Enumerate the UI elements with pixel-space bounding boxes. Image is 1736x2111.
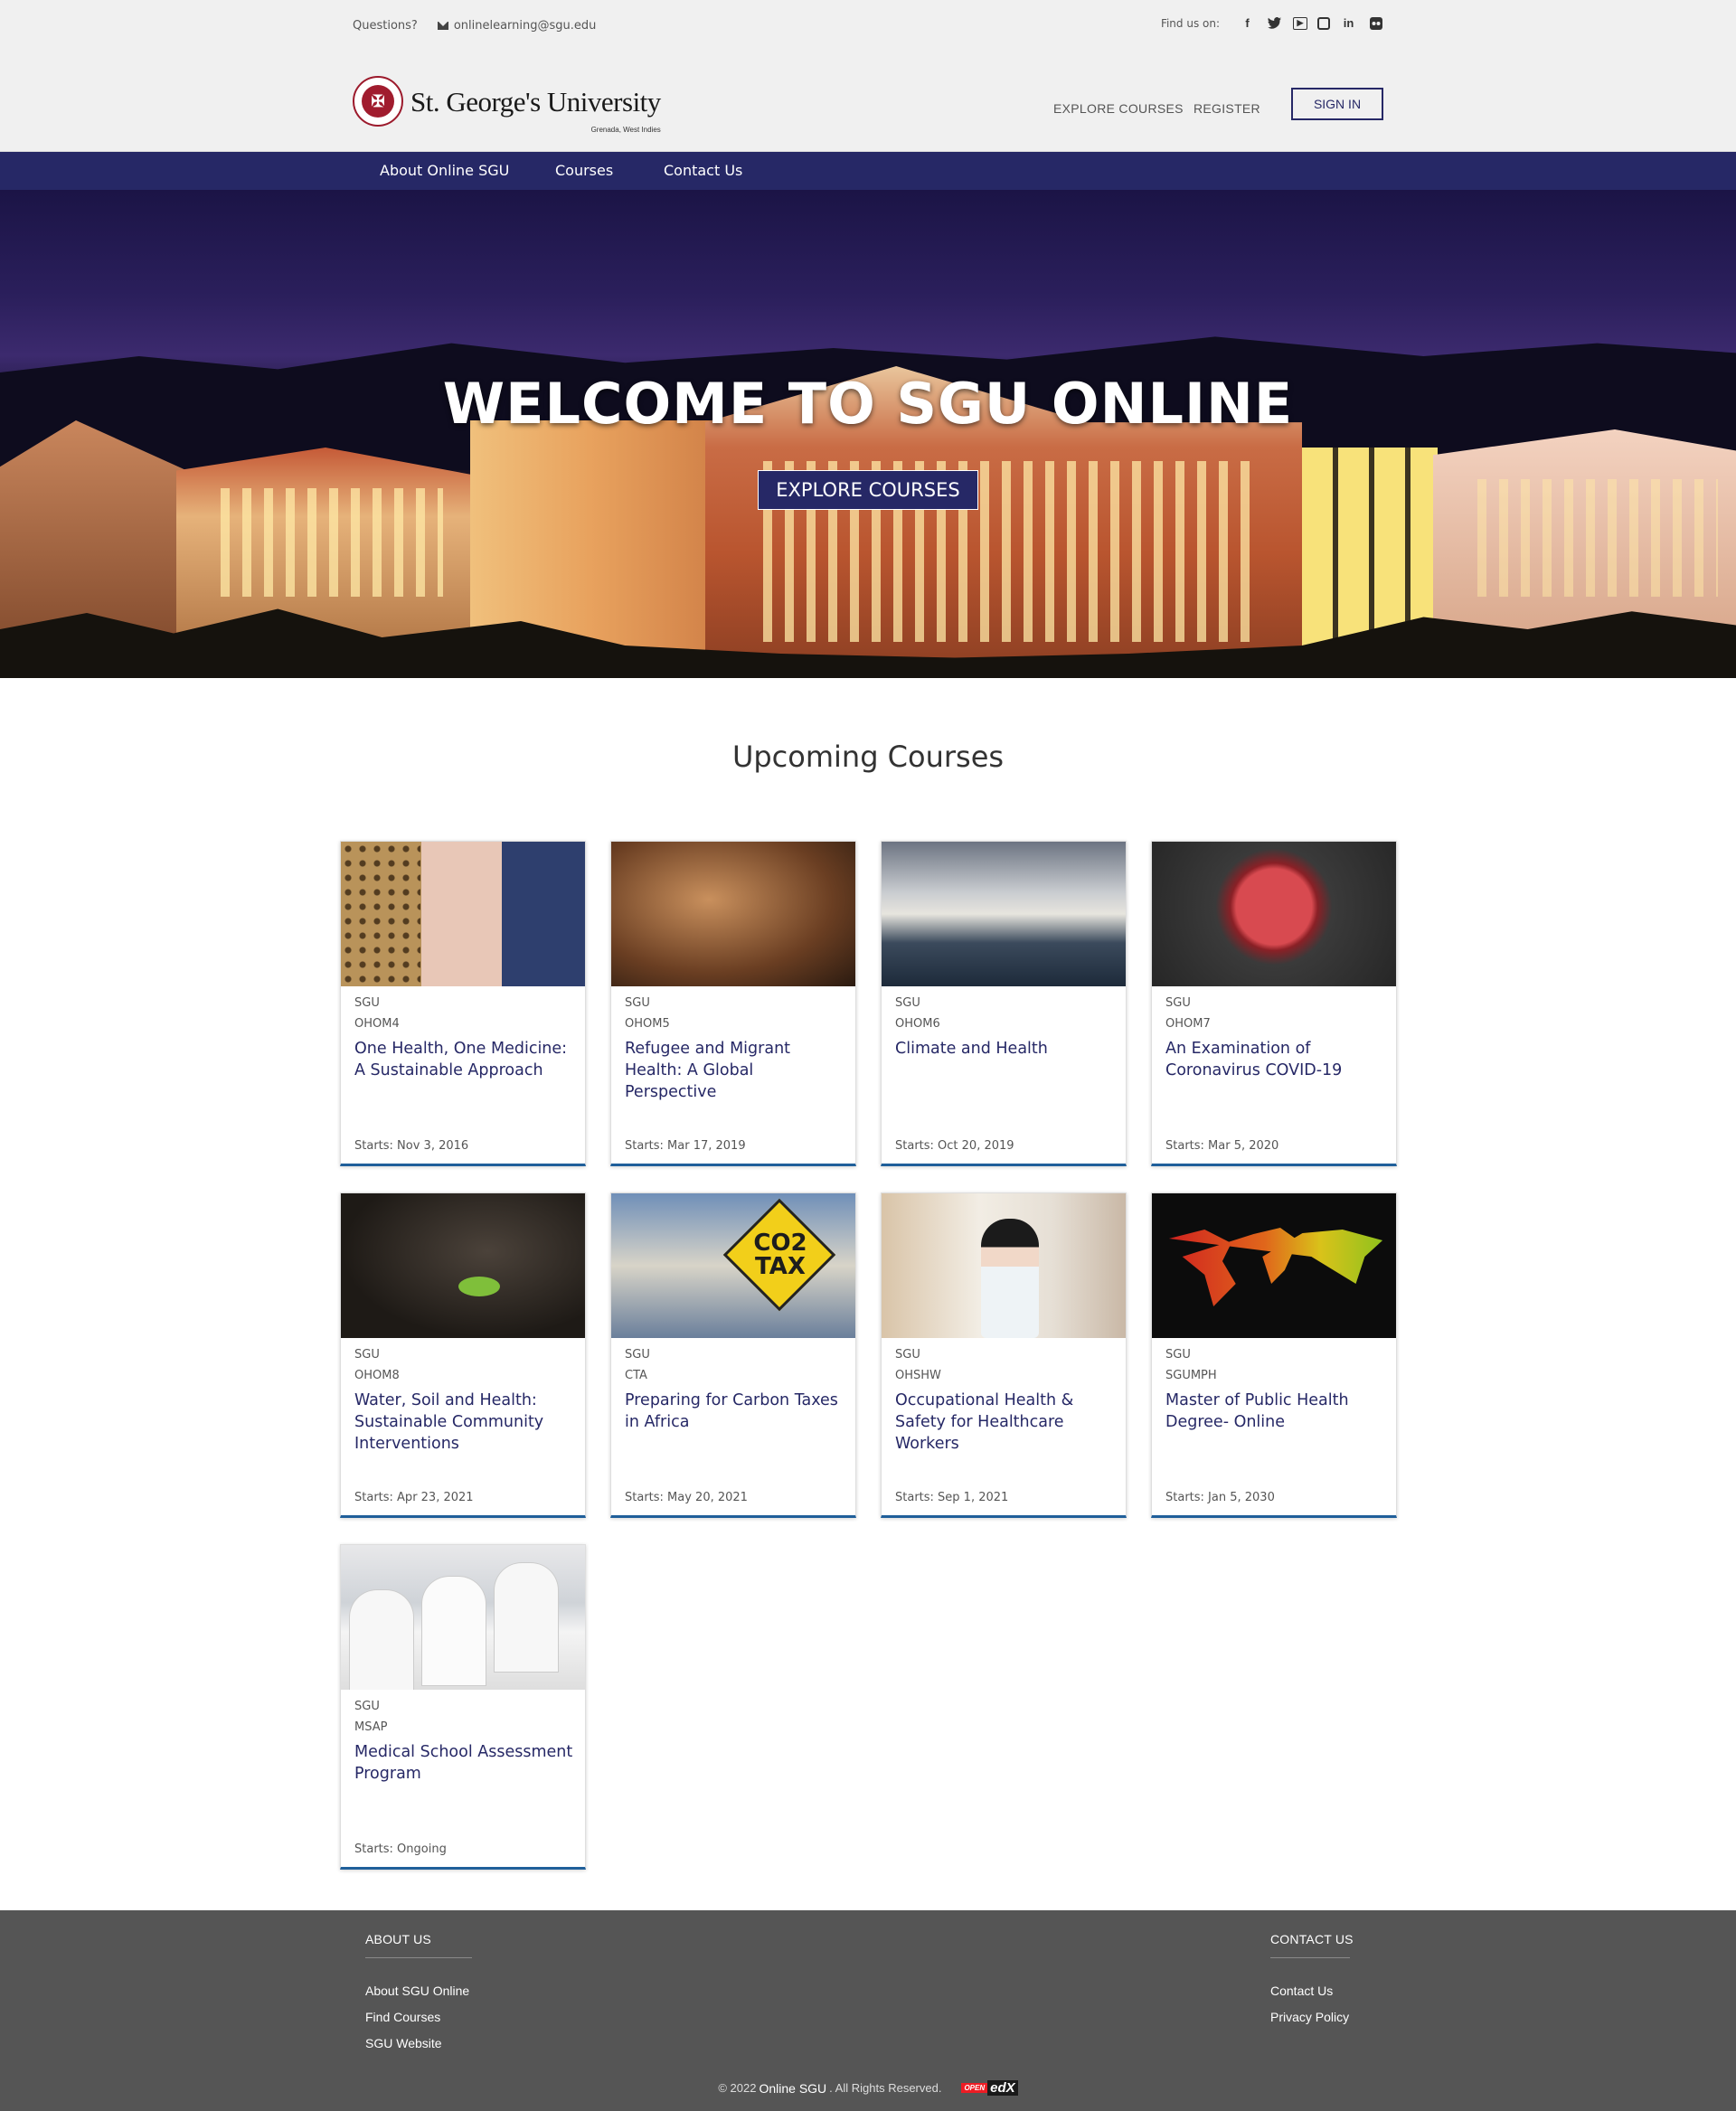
course-card[interactable]: SGU OHOM7 An Examination of Coronavirus … — [1151, 841, 1397, 1166]
footer-link-privacy-policy[interactable]: Privacy Policy — [1270, 2010, 1349, 2024]
course-code: SGUMPH — [1165, 1369, 1217, 1382]
course-org: SGU — [354, 1348, 380, 1362]
footer-about-heading: ABOUT US — [365, 1932, 431, 1946]
course-card[interactable]: SGU SGUMPH Master of Public Health Degre… — [1151, 1192, 1397, 1518]
co2-tax-sign-text: CO2 TAX — [753, 1230, 807, 1280]
footer-contact-heading: CONTACT US — [1270, 1932, 1354, 1946]
course-org: SGU — [354, 996, 380, 1010]
footer-link-find-courses[interactable]: Find Courses — [365, 2010, 440, 2024]
questions-label: Questions? — [353, 19, 418, 33]
site-header: Questions? onlinelearning@sgu.edu Find u… — [0, 0, 1736, 152]
footer-link-contact-us[interactable]: Contact Us — [1270, 1984, 1333, 1998]
footer-link-sgu-website[interactable]: SGU Website — [365, 2036, 442, 2050]
find-us-label: Find us on: — [1160, 16, 1220, 30]
course-image — [341, 842, 585, 986]
nav-item-courses[interactable]: Courses — [555, 162, 613, 179]
twitter-icon[interactable] — [1266, 14, 1283, 32]
course-image — [882, 1193, 1126, 1338]
course-image — [1152, 1193, 1396, 1338]
course-org: SGU — [1165, 1348, 1191, 1362]
course-title[interactable]: Occupational Health & Safety for Healthc… — [895, 1390, 1119, 1455]
facebook-icon[interactable]: f — [1239, 14, 1256, 32]
course-title[interactable]: Medical School Assessment Program — [354, 1741, 579, 1785]
course-start-date: Starts: Jan 5, 2030 — [1165, 1491, 1275, 1504]
course-code: CTA — [625, 1369, 647, 1382]
nav-item-about[interactable]: About Online SGU — [380, 162, 509, 179]
course-code: OHOM8 — [354, 1369, 400, 1382]
course-image — [341, 1193, 585, 1338]
linkedin-icon[interactable]: in — [1340, 14, 1357, 32]
course-title[interactable]: Climate and Health — [895, 1038, 1119, 1060]
instagram-icon[interactable] — [1317, 16, 1330, 30]
university-logo[interactable]: ✠ St. George's University Grenada, West … — [353, 76, 661, 134]
copyright-year: © 2022 — [718, 2081, 757, 2095]
course-image — [882, 842, 1126, 986]
social-links: Find us on: f ▶ in — [1161, 14, 1384, 32]
course-card[interactable]: SGU OHSHW Occupational Health & Safety f… — [881, 1192, 1127, 1518]
course-card[interactable]: SGU OHOM8 Water, Soil and Health: Sustai… — [340, 1192, 586, 1518]
course-code: OHOM4 — [354, 1017, 400, 1031]
course-title[interactable]: An Examination of Coronavirus COVID-19 — [1165, 1038, 1390, 1081]
copyright-brand-link[interactable]: Online SGU — [759, 2081, 826, 2096]
sign-in-button[interactable]: SIGN IN — [1291, 88, 1383, 120]
course-image: CO2 TAX — [611, 1193, 855, 1338]
course-org: SGU — [1165, 996, 1191, 1010]
course-start-date: Starts: Nov 3, 2016 — [354, 1139, 469, 1153]
envelope-icon — [437, 22, 448, 30]
flickr-icon[interactable] — [1367, 14, 1384, 32]
course-org: SGU — [625, 996, 650, 1010]
course-org: SGU — [354, 1700, 380, 1713]
course-start-date: Starts: Ongoing — [354, 1842, 447, 1856]
nav-item-contact[interactable]: Contact Us — [664, 162, 742, 179]
course-start-date: Starts: Mar 5, 2020 — [1165, 1139, 1279, 1153]
copyright-line: © 2022 Online SGU . All Rights Reserved.… — [0, 2080, 1736, 2096]
course-title[interactable]: Master of Public Health Degree- Online — [1165, 1390, 1390, 1433]
course-image — [611, 842, 855, 986]
course-image — [1152, 842, 1396, 986]
course-start-date: Starts: Mar 17, 2019 — [625, 1139, 746, 1153]
course-image — [341, 1545, 585, 1690]
course-start-date: Starts: Sep 1, 2021 — [895, 1491, 1009, 1504]
course-card[interactable]: SGU OHOM6 Climate and Health Starts: Oct… — [881, 841, 1127, 1166]
youtube-icon[interactable]: ▶ — [1293, 16, 1307, 30]
course-code: OHOM5 — [625, 1017, 670, 1031]
course-code: OHOM7 — [1165, 1017, 1211, 1031]
course-card[interactable]: SGU OHOM4 One Health, One Medicine: A Su… — [340, 841, 586, 1166]
course-title[interactable]: One Health, One Medicine: A Sustainable … — [354, 1038, 579, 1081]
logo-wordmark: St. George's University — [410, 85, 661, 118]
course-title[interactable]: Preparing for Carbon Taxes in Africa — [625, 1390, 849, 1433]
course-code: MSAP — [354, 1720, 388, 1734]
course-org: SGU — [895, 1348, 920, 1362]
course-card[interactable]: CO2 TAX SGU CTA Preparing for Carbon Tax… — [610, 1192, 856, 1518]
course-code: OHOM6 — [895, 1017, 940, 1031]
course-card[interactable]: SGU MSAP Medical School Assessment Progr… — [340, 1544, 586, 1870]
contact-line: Questions? onlinelearning@sgu.edu — [353, 19, 596, 33]
course-org: SGU — [625, 1348, 650, 1362]
university-seal-icon: ✠ — [353, 76, 403, 127]
footer-link-about-sgu-online[interactable]: About SGU Online — [365, 1984, 469, 1998]
header-register-link[interactable]: REGISTER — [1194, 101, 1260, 116]
main-nav: About Online SGU Courses Contact Us — [0, 152, 1736, 190]
course-code: OHSHW — [895, 1369, 941, 1382]
site-footer: ABOUT US About SGU Online Find Courses S… — [0, 1910, 1736, 2111]
header-explore-courses-link[interactable]: EXPLORE COURSES — [1053, 101, 1184, 116]
contact-email-link[interactable]: onlinelearning@sgu.edu — [454, 19, 597, 33]
course-title[interactable]: Refugee and Migrant Health: A Global Per… — [625, 1038, 849, 1103]
course-org: SGU — [895, 996, 920, 1010]
course-start-date: Starts: Apr 23, 2021 — [354, 1491, 474, 1504]
logo-subtitle: Grenada, West Indies — [590, 125, 661, 134]
upcoming-courses-heading: Upcoming Courses — [731, 740, 1005, 774]
copyright-rights: . All Rights Reserved. — [829, 2081, 942, 2095]
hero-explore-courses-button[interactable]: EXPLORE COURSES — [758, 470, 978, 510]
course-start-date: Starts: Oct 20, 2019 — [895, 1139, 1014, 1153]
hero-title: WELCOME TO SGU ONLINE — [442, 371, 1294, 437]
course-card[interactable]: SGU OHOM5 Refugee and Migrant Health: A … — [610, 841, 856, 1166]
open-edx-logo[interactable]: OPEN edX — [961, 2080, 1018, 2096]
course-title[interactable]: Water, Soil and Health: Sustainable Comm… — [354, 1390, 579, 1455]
course-start-date: Starts: May 20, 2021 — [625, 1491, 748, 1504]
